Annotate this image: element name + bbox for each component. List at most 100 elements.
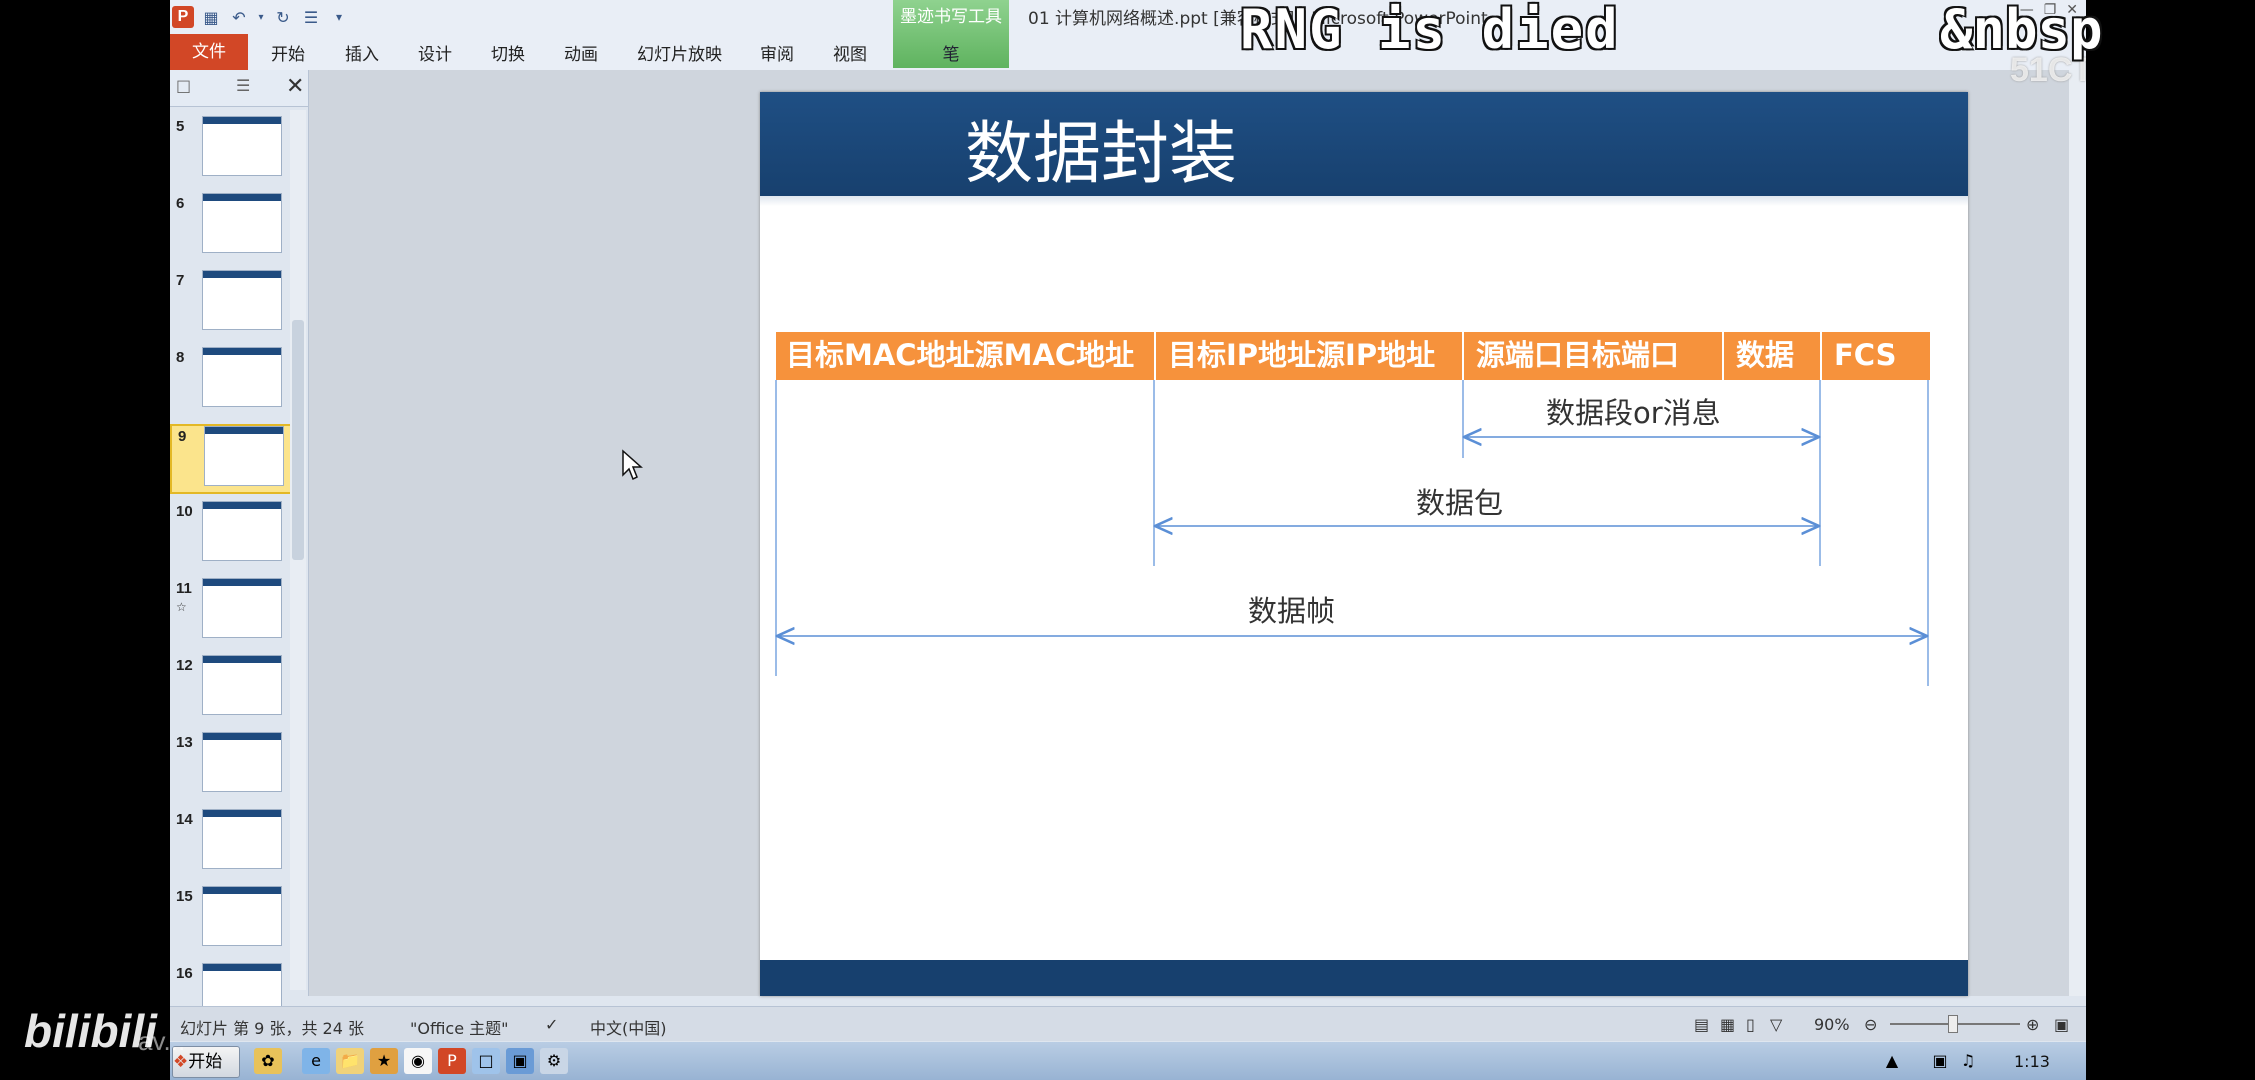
volume-icon[interactable]: ♫ <box>1958 1048 1978 1074</box>
windows-taskbar: ❖开始 ✿ e 📁 ★ ◉ P □ ▣ ⚙ ▲ ▣ ♫ 1:13 <box>170 1042 2086 1080</box>
slide-number: 7 <box>176 272 185 289</box>
slide-thumbnail-preview <box>202 116 282 176</box>
context-tab-group-label: 墨迹书写工具 <box>900 7 1002 27</box>
app-icon[interactable]: ⚙ <box>540 1048 568 1074</box>
app-icon[interactable]: ✿ <box>254 1048 282 1074</box>
current-slide[interactable]: 数据封装 目标MAC地址源MAC地址 目标IP地址源IP地址 源端口目标端口 数… <box>760 92 1968 996</box>
mouse-cursor-icon <box>622 449 643 481</box>
scrollbar-thumb[interactable] <box>292 320 304 560</box>
slide-thumbnail-preview <box>202 732 282 792</box>
tab-view[interactable]: 视图 <box>833 40 867 65</box>
slide-thumbnail[interactable]: 5 <box>170 116 288 182</box>
ink-tools-context-tab[interactable]: 墨迹书写工具 笔 <box>893 0 1009 68</box>
panel-header: □ ☰ ✕ <box>170 70 308 107</box>
tab-pen[interactable]: 笔 <box>893 40 1009 65</box>
slide-number: 6 <box>176 195 185 212</box>
clock[interactable]: 1:13 <box>2014 1052 2050 1071</box>
outline-tab-icon[interactable]: ☰ <box>236 76 250 95</box>
slide-thumbnail[interactable]: 13 <box>170 732 288 798</box>
thumbnail-title-bar <box>203 271 281 278</box>
tab-transitions[interactable]: 切换 <box>491 40 525 65</box>
powerpoint-window: P ▦ ↶ ▾ ↻ ☰ ▾ 01 计算机网络概述.ppt [兼容模式] - Mi… <box>170 0 2086 1080</box>
customize-qat-icon[interactable]: ▾ <box>328 6 350 28</box>
slide-thumbnail-preview <box>202 578 282 638</box>
slide-number: 8 <box>176 349 185 366</box>
frame-label: 数据帧 <box>1248 594 1336 628</box>
theme-name[interactable]: "Office 主题" <box>410 1015 509 1039</box>
zoom-out-icon[interactable]: ⊖ <box>1864 1015 1877 1034</box>
list-icon[interactable]: ☰ <box>300 6 322 28</box>
app-icon[interactable]: ★ <box>370 1048 398 1074</box>
slide-thumbnail-preview <box>202 886 282 946</box>
thumbnail-title-bar <box>203 887 281 894</box>
vertical-scrollbar[interactable] <box>2069 70 2086 996</box>
thumbnail-title-bar <box>203 117 281 124</box>
close-icon[interactable]: ✕ <box>286 74 304 99</box>
slideshow-icon[interactable]: ▽ <box>1770 1015 1782 1034</box>
redo-icon[interactable]: ↻ <box>272 6 294 28</box>
thumbnail-title-bar <box>203 194 281 201</box>
powerpoint-taskbar-icon[interactable]: P <box>438 1048 466 1074</box>
slide-thumbnail[interactable]: 9 <box>170 424 292 494</box>
slide-thumbnail[interactable]: 15 <box>170 886 288 952</box>
ribbon-tabs: 文件 开始 插入 设计 切换 动画 幻灯片放映 审阅 视图 <box>170 34 2086 71</box>
tab-design[interactable]: 设计 <box>418 40 452 65</box>
folder-icon[interactable]: 📁 <box>336 1048 364 1074</box>
zoom-level[interactable]: 90% <box>1814 1015 1850 1034</box>
slides-tab-icon[interactable]: □ <box>176 76 191 95</box>
bilibili-video-id: av... <box>138 1026 186 1056</box>
slide-thumbnail[interactable]: 14 <box>170 809 288 875</box>
chrome-icon[interactable]: ◉ <box>404 1048 432 1074</box>
network-icon[interactable]: ▣ <box>1930 1048 1950 1074</box>
thumbnail-title-bar <box>203 579 281 586</box>
segment-label: 数据段or消息 <box>1546 396 1721 430</box>
tab-animations[interactable]: 动画 <box>564 40 598 65</box>
slide-number: 16 <box>176 965 193 982</box>
tray-icon[interactable]: ▲ <box>1882 1048 1902 1074</box>
slide-number: 10 <box>176 503 193 520</box>
slide-number: 11 <box>176 580 192 597</box>
thumbnail-title-bar <box>203 656 281 663</box>
slide-number: 13 <box>176 734 193 751</box>
slide-thumbnail[interactable]: 7 <box>170 270 288 336</box>
slide-count: 幻灯片 第 9 张，共 24 张 <box>180 1019 364 1038</box>
chevron-down-icon[interactable]: ▾ <box>256 6 266 28</box>
fit-to-window-icon[interactable]: ▣ <box>2054 1015 2069 1034</box>
slide-footer-bar <box>760 960 1968 996</box>
zoom-in-icon[interactable]: ⊕ <box>2026 1015 2039 1034</box>
quick-access-toolbar: P ▦ ↶ ▾ ↻ ☰ ▾ <box>170 2 350 32</box>
language[interactable]: 中文(中国) <box>590 1015 667 1039</box>
app-icon[interactable]: ▣ <box>506 1048 534 1074</box>
undo-icon[interactable]: ↶ <box>228 6 250 28</box>
spellcheck-icon[interactable]: ✓ <box>545 1015 558 1034</box>
tab-insert[interactable]: 插入 <box>345 40 379 65</box>
slide-thumbnail[interactable]: 10 <box>170 501 288 567</box>
slide-number: 12 <box>176 657 193 674</box>
reading-view-icon[interactable]: ▯ <box>1746 1015 1755 1034</box>
tab-home[interactable]: 开始 <box>271 40 305 65</box>
slide-number: 15 <box>176 888 193 905</box>
slide-thumbnail[interactable]: 6 <box>170 193 288 259</box>
zoom-slider-thumb[interactable] <box>1948 1015 1958 1033</box>
ie-icon[interactable]: e <box>302 1048 330 1074</box>
window-icon[interactable]: □ <box>472 1048 500 1074</box>
encapsulation-span-lines <box>775 380 1929 686</box>
thumbnail-title-bar <box>203 964 281 971</box>
slide-thumbnail-preview <box>202 347 282 407</box>
powerpoint-logo-icon[interactable]: P <box>172 6 194 28</box>
slide-thumbnail-preview <box>202 501 282 561</box>
slide-thumbnail[interactable]: 12 <box>170 655 288 721</box>
slide-thumbnail-preview <box>202 809 282 869</box>
save-icon[interactable]: ▦ <box>200 6 222 28</box>
normal-view-icon[interactable]: ▤ <box>1694 1015 1709 1034</box>
slide-thumbnail-preview <box>204 426 284 486</box>
tab-review[interactable]: 审阅 <box>760 40 794 65</box>
tab-file[interactable]: 文件 <box>170 34 248 70</box>
slide-thumbnail-preview <box>202 193 282 253</box>
slide-sorter-icon[interactable]: ▦ <box>1720 1015 1735 1034</box>
slide-thumbnail[interactable]: 8 <box>170 347 288 413</box>
slide-thumbnail[interactable]: 11 ☆ <box>170 578 288 644</box>
tab-slideshow[interactable]: 幻灯片放映 <box>637 40 722 65</box>
panel-scrollbar[interactable] <box>290 110 306 990</box>
thumbnail-title-bar <box>203 810 281 817</box>
